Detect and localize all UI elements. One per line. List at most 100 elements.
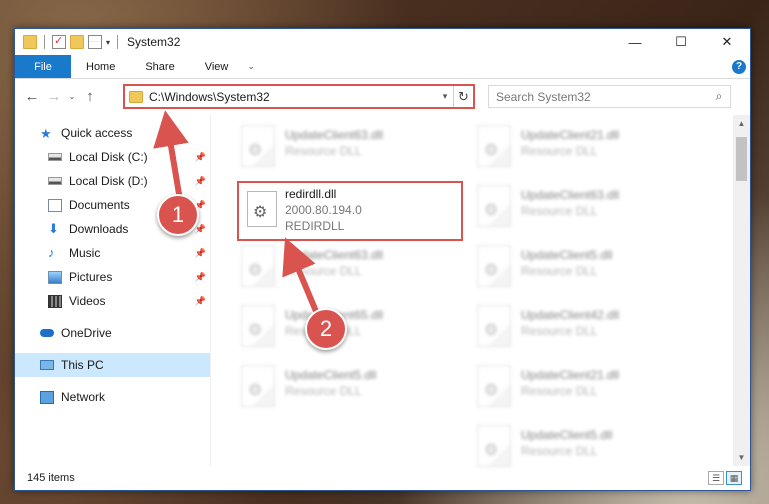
file-type: Resource DLL [285,144,362,158]
computer-icon [40,360,54,370]
sidebar-item-label: Pictures [69,270,113,284]
pin-icon: 📌 [194,271,206,282]
file-item[interactable]: UpdateClient5.dll Resource DLL [237,361,457,421]
dll-file-icon [477,245,511,287]
dll-file-icon [241,305,275,347]
file-name: UpdateClient21.dll [521,368,620,382]
file-explorer-window: ▾ System32 — ☐ ✕ File Home Share View ⌄ … [14,28,751,491]
file-type: Resource DLL [521,264,598,278]
sidebar-item-local-disk-d[interactable]: Local Disk (D:) 📌 [15,169,210,193]
folder-icon [23,35,37,49]
file-item[interactable]: UpdateClient63.dll Resource DLL [473,181,693,241]
expand-ribbon-chevron-icon[interactable]: ⌄ [243,55,259,78]
details-view-icon[interactable]: ☰ [708,471,724,485]
window-controls: — ☐ ✕ [612,29,750,55]
tab-file[interactable]: File [15,55,71,78]
back-button[interactable]: ← [21,88,43,105]
new-folder-icon[interactable] [70,35,84,49]
file-name: UpdateClient5.dll [521,248,613,262]
maximize-button[interactable]: ☐ [658,29,704,55]
navigation-bar: ← → ⌄ ↑ C:\Windows\System32 ▾ ↻ Search S… [15,79,750,113]
pictures-icon [48,270,62,284]
pin-icon: 📌 [194,295,206,306]
toolbar-divider [44,35,45,49]
pin-icon: 📌 [194,223,206,234]
highlighted-file-redirdll[interactable]: redirdll.dll 2000.80.194.0 REDIRDLL [237,181,463,241]
file-name: UpdateClient42.dll [521,308,620,322]
sidebar-item-label: Documents [69,198,130,212]
star-icon: ★ [40,125,52,141]
network-icon [40,390,54,404]
sidebar-item-this-pc[interactable]: This PC [15,353,210,377]
search-input[interactable]: Search System32 [496,90,591,104]
file-type: Resource DLL [285,264,362,278]
address-path[interactable]: C:\Windows\System32 [149,90,437,104]
vertical-scrollbar[interactable]: ▲ ▼ [733,115,750,466]
file-item[interactable]: UpdateClient42.dll Resource DLL [473,301,693,361]
sidebar-item-local-disk-c[interactable]: Local Disk (C:) 📌 [15,145,210,169]
dll-file-icon [247,191,277,227]
file-name: redirdll.dll [285,187,337,201]
file-item[interactable]: UpdateClient21.dll Resource DLL [473,121,693,181]
customize-toolbar-dropdown-icon[interactable]: ▾ [106,38,110,47]
tab-view[interactable]: View [190,55,244,78]
tiles-view-icon[interactable]: ▦ [726,471,742,485]
sidebar-item-label: Local Disk (C:) [69,150,148,164]
file-type: Resource DLL [521,204,598,218]
file-item[interactable]: UpdateClient5.dll Resource DLL [473,241,693,301]
help-button[interactable]: ? [728,55,750,78]
search-icon[interactable]: ⌕ [708,89,730,104]
file-item[interactable]: UpdateClient63.dll Resource DLL [237,121,457,181]
file-item[interactable]: UpdateClient21.dll Resource DLL [473,361,693,421]
file-item[interactable]: UpdateClient65.dllResource DLL [237,301,457,361]
dll-file-icon [241,365,275,407]
navigation-pane: ★ Quick access Local Disk (C:) 📌 Local D… [15,115,211,466]
sidebar-item-label: OneDrive [61,326,112,340]
address-bar[interactable]: C:\Windows\System32 ▾ ↻ [123,84,475,109]
properties-icon[interactable] [88,35,102,49]
sidebar-item-label: Music [69,246,101,260]
up-button[interactable]: ↑ [79,88,101,105]
quick-access-toolbar: ▾ [15,29,121,55]
sidebar-item-network[interactable]: Network [15,385,210,409]
scroll-up-arrow-icon[interactable]: ▲ [733,115,750,132]
sidebar-item-label: Quick access [61,126,133,140]
sidebar-item-onedrive[interactable]: OneDrive [15,321,210,345]
file-version: 2000.80.194.0 [285,203,362,217]
help-icon: ? [732,59,746,74]
search-box[interactable]: Search System32 ⌕ [488,85,731,108]
ribbon-tabs: File Home Share View ⌄ ? [15,55,750,79]
callout-badge-two: 2 [305,308,347,350]
tab-home[interactable]: Home [71,55,130,78]
folder-icon [129,90,143,103]
status-bar: 145 items ☰ ▦ [15,466,750,490]
close-button[interactable]: ✕ [704,29,750,55]
file-type: Resource DLL [521,444,598,458]
properties-check-icon[interactable] [52,34,66,49]
sidebar-item-videos[interactable]: Videos 📌 [15,289,210,313]
file-name: UpdateClient63.dll [285,128,384,142]
file-name: UpdateClient5.dll [285,368,377,382]
cloud-icon [40,329,54,337]
sidebar-item-pictures[interactable]: Pictures 📌 [15,265,210,289]
sidebar-item-quick-access[interactable]: ★ Quick access [15,121,210,145]
pin-icon: 📌 [194,175,206,186]
sidebar-item-music[interactable]: ♪ Music 📌 [15,241,210,265]
file-type: Resource DLL [521,144,598,158]
file-name: UpdateClient21.dll [521,128,620,142]
tab-share[interactable]: Share [130,55,189,78]
minimize-button[interactable]: — [612,29,658,55]
dll-file-icon [477,125,511,167]
scroll-down-arrow-icon[interactable]: ▼ [733,449,750,466]
recent-locations-dropdown[interactable]: ⌄ [65,92,79,101]
music-icon: ♪ [48,244,55,260]
address-dropdown-icon[interactable]: ▾ [437,91,453,102]
download-icon: ⬇ [48,220,59,236]
file-item[interactable]: UpdateClient63.dll Resource DLL [237,241,457,301]
file-name: UpdateClient63.dll [521,188,620,202]
refresh-button[interactable]: ↻ [453,86,473,107]
scrollbar-thumb[interactable] [736,137,747,181]
view-switcher: ☰ ▦ [708,471,742,485]
forward-button[interactable]: → [43,88,65,105]
dll-file-icon [477,425,511,467]
